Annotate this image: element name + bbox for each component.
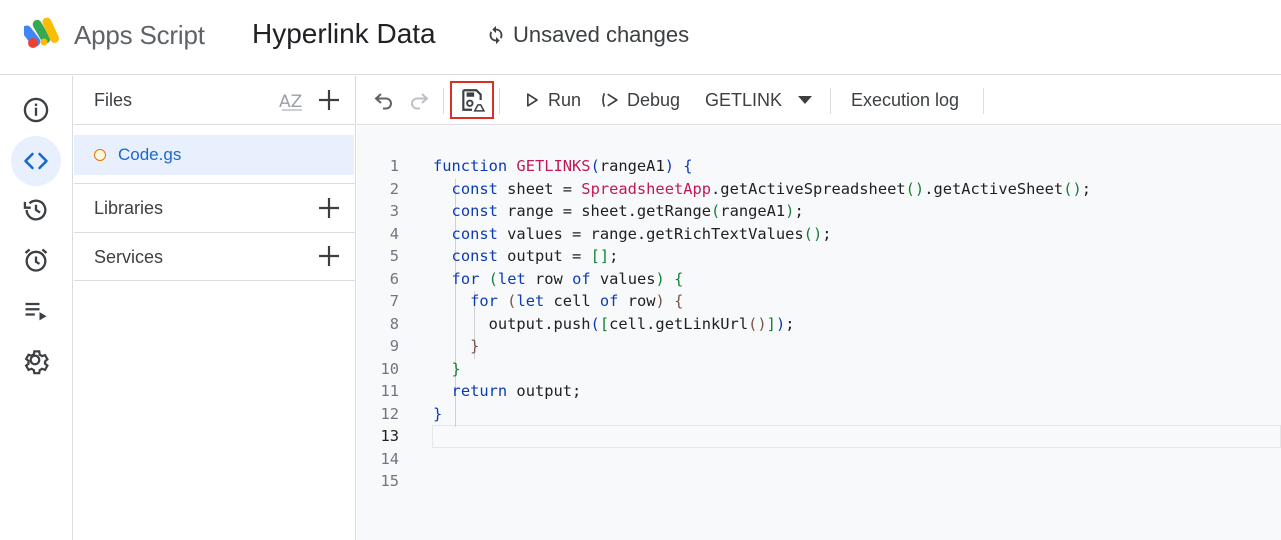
save-status: Unsaved changes: [485, 22, 689, 48]
code-line[interactable]: const sheet = SpreadsheetApp.getActiveSp…: [433, 178, 1091, 200]
apps-script-logo[interactable]: [24, 16, 66, 50]
code-line[interactable]: function GETLINKS(rangeA1) {: [433, 155, 693, 177]
debug-button[interactable]: Debug: [601, 76, 680, 124]
toolbar-separator: [830, 88, 831, 114]
line-number: 1: [389, 157, 399, 175]
debug-icon: [602, 93, 618, 107]
triggers-button[interactable]: [11, 235, 61, 285]
line-number: 12: [380, 405, 399, 423]
file-item-code-gs[interactable]: Code.gs: [74, 135, 354, 175]
editor-button[interactable]: [11, 136, 61, 186]
code-line[interactable]: }: [433, 335, 479, 357]
execution-log-label: Execution log: [851, 89, 960, 110]
line-number: 11: [380, 382, 399, 400]
code-line[interactable]: const values = range.getRichTextValues()…: [433, 223, 832, 245]
selected-function: GETLINK: [705, 89, 783, 110]
history-button[interactable]: [11, 185, 61, 235]
line-number: 6: [389, 270, 399, 288]
files-panel: Files AZ Code.gs Libraries Services: [74, 76, 356, 540]
redo-icon[interactable]: [407, 88, 431, 112]
line-number: 5: [389, 247, 399, 265]
project-title[interactable]: Hyperlink Data: [252, 18, 436, 50]
code-line[interactable]: return output;: [433, 380, 582, 402]
code-line[interactable]: output.push([cell.getLinkUrl()]);: [433, 313, 795, 335]
left-nav-rail: [0, 76, 73, 540]
line-number: 8: [389, 315, 399, 333]
svg-text:AZ: AZ: [279, 92, 302, 112]
undo-icon[interactable]: [372, 88, 396, 112]
divider: [74, 124, 356, 125]
line-number: 9: [389, 337, 399, 355]
code-line[interactable]: for (let row of values) {: [433, 268, 684, 290]
play-icon: [527, 93, 538, 107]
add-library-icon[interactable]: [317, 196, 341, 220]
sync-icon: [489, 25, 503, 45]
run-label: Run: [548, 89, 582, 110]
line-number: 3: [389, 202, 399, 220]
services-heading: Services: [94, 247, 164, 267]
save-status-text: Unsaved changes: [513, 22, 690, 47]
code-line[interactable]: const range = sheet.getRange(rangeA1);: [433, 200, 804, 222]
line-number: 4: [389, 225, 399, 243]
code-icon: [24, 152, 48, 170]
toolbar-separator: [983, 88, 984, 114]
files-heading: Files: [94, 90, 133, 110]
app-header: Apps Script Hyperlink Data Unsaved chang…: [0, 0, 1281, 75]
history-icon: [23, 199, 47, 221]
add-service-icon[interactable]: [317, 244, 341, 268]
sort-az-icon[interactable]: AZ: [278, 87, 306, 115]
line-number: 2: [389, 180, 399, 198]
line-number: 10: [380, 360, 399, 378]
chevron-down-icon[interactable]: [798, 96, 812, 104]
execution-log-button[interactable]: Execution log: [851, 76, 959, 124]
code-line[interactable]: }: [433, 358, 461, 380]
code-line[interactable]: const output = [];: [433, 245, 619, 267]
debug-label: Debug: [627, 89, 681, 110]
line-number: 7: [389, 292, 399, 310]
alarm-icon: [24, 248, 48, 272]
function-selector[interactable]: GETLINK: [705, 76, 782, 124]
app-name[interactable]: Apps Script: [74, 20, 205, 51]
code-line[interactable]: for (let cell of row) {: [433, 290, 683, 312]
run-button[interactable]: Run: [522, 76, 581, 124]
line-number: 14: [380, 450, 399, 468]
settings-button[interactable]: [11, 336, 61, 386]
add-file-icon[interactable]: [317, 88, 341, 112]
save-to-drive-icon: [462, 89, 485, 112]
divider: [74, 183, 356, 184]
executions-icon: [25, 302, 47, 321]
code-line[interactable]: }: [433, 403, 442, 425]
libraries-heading: Libraries: [94, 198, 164, 218]
toolbar-separator: [499, 88, 500, 114]
file-name: Code.gs: [118, 145, 182, 164]
code-editor[interactable]: 1 2 3 4 5 6 7 8 9 10 11 12 13 14 15 func…: [357, 126, 1281, 540]
gear-icon: [24, 350, 49, 375]
save-project-button[interactable]: [450, 81, 494, 119]
executions-button[interactable]: [11, 286, 61, 336]
overview-button[interactable]: [11, 85, 61, 135]
toolbar-separator: [443, 88, 444, 114]
editor-toolbar: Run Debug GETLINK Execution log: [357, 76, 1281, 125]
current-line-highlight: [432, 425, 1281, 448]
line-number: 13: [380, 427, 399, 445]
divider: [74, 232, 356, 233]
divider: [74, 280, 356, 281]
unsaved-file-dot-icon: [94, 149, 106, 161]
info-icon: [23, 97, 49, 123]
line-number: 15: [380, 472, 399, 490]
